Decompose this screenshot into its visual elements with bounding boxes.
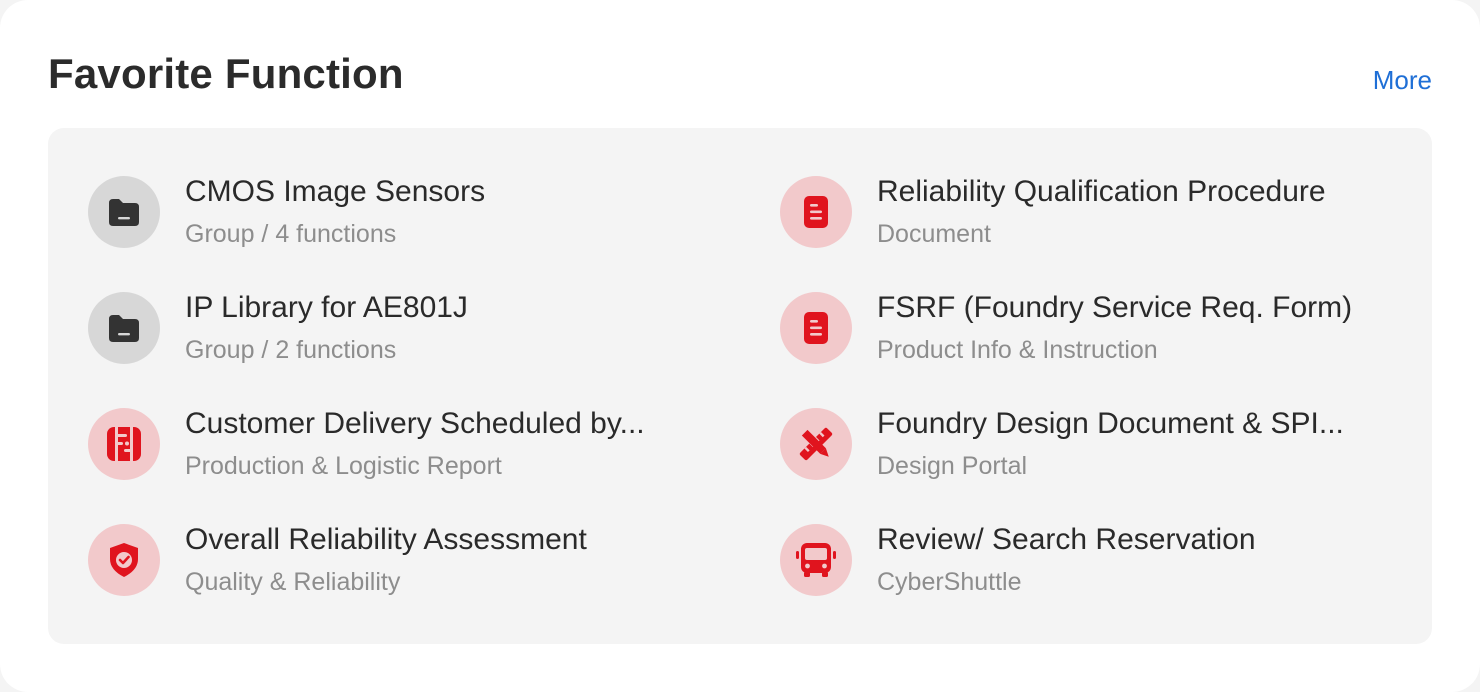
favorite-item-subtitle: Group / 2 functions bbox=[185, 336, 397, 364]
favorite-item-title: FSRF (Foundry Service Req. Form) bbox=[877, 291, 1353, 324]
bus-icon bbox=[780, 524, 852, 596]
favorite-item-title: Foundry Design Document & SPI... bbox=[877, 407, 1344, 440]
folder-icon bbox=[88, 292, 160, 364]
favorite-item-subtitle: Quality & Reliability bbox=[185, 568, 401, 596]
favorite-item-subtitle: Group / 4 functions bbox=[185, 220, 397, 248]
favorite-item-title: Overall Reliability Assessment bbox=[185, 523, 587, 556]
shield-check-icon bbox=[88, 524, 160, 596]
favorite-item-subtitle: Design Portal bbox=[877, 452, 1028, 480]
favorite-item-subtitle: Document bbox=[877, 220, 991, 248]
favorite-item-subtitle: Production & Logistic Report bbox=[185, 452, 502, 480]
favorite-item-review-search-reservation[interactable]: Review/ Search Reservation CyberShuttle bbox=[780, 522, 1392, 622]
favorite-item-title: Reliability Qualification Procedure bbox=[877, 175, 1326, 208]
favorite-item-fsrf[interactable]: FSRF (Foundry Service Req. Form) Product… bbox=[780, 290, 1392, 390]
favorite-item-cmos-image-sensors[interactable]: CMOS Image Sensors Group / 4 functions bbox=[88, 174, 780, 274]
favorite-item-title: Customer Delivery Scheduled by... bbox=[185, 407, 645, 440]
favorite-item-customer-delivery[interactable]: Customer Delivery Scheduled by... Produc… bbox=[88, 406, 780, 506]
favorite-item-subtitle: CyberShuttle bbox=[877, 568, 1022, 596]
favorite-item-reliability-qualification-procedure[interactable]: Reliability Qualification Procedure Docu… bbox=[780, 174, 1392, 274]
logistics-icon bbox=[88, 408, 160, 480]
favorite-item-title: CMOS Image Sensors bbox=[185, 175, 486, 208]
more-link[interactable]: More bbox=[1373, 64, 1432, 96]
favorite-item-ip-library[interactable]: IP Library for AE801J Group / 2 function… bbox=[88, 290, 780, 390]
favorites-grid: CMOS Image Sensors Group / 4 functions R… bbox=[88, 174, 1392, 638]
favorite-item-foundry-design-document[interactable]: Foundry Design Document & SPI... Design … bbox=[780, 406, 1392, 506]
document-icon bbox=[780, 292, 852, 364]
document-icon bbox=[780, 176, 852, 248]
favorite-function-card: Favorite Function More CMOS Image Sensor… bbox=[0, 0, 1480, 692]
favorite-item-overall-reliability-assessment[interactable]: Overall Reliability Assessment Quality &… bbox=[88, 522, 780, 622]
card-title: Favorite Function bbox=[48, 50, 404, 97]
favorites-panel: CMOS Image Sensors Group / 4 functions R… bbox=[48, 128, 1432, 644]
folder-icon bbox=[88, 176, 160, 248]
favorite-item-title: IP Library for AE801J bbox=[185, 291, 468, 324]
card-header: Favorite Function More bbox=[48, 44, 1432, 104]
design-tools-icon bbox=[780, 408, 852, 480]
favorite-item-title: Review/ Search Reservation bbox=[877, 523, 1256, 556]
favorite-item-subtitle: Product Info & Instruction bbox=[877, 336, 1158, 364]
